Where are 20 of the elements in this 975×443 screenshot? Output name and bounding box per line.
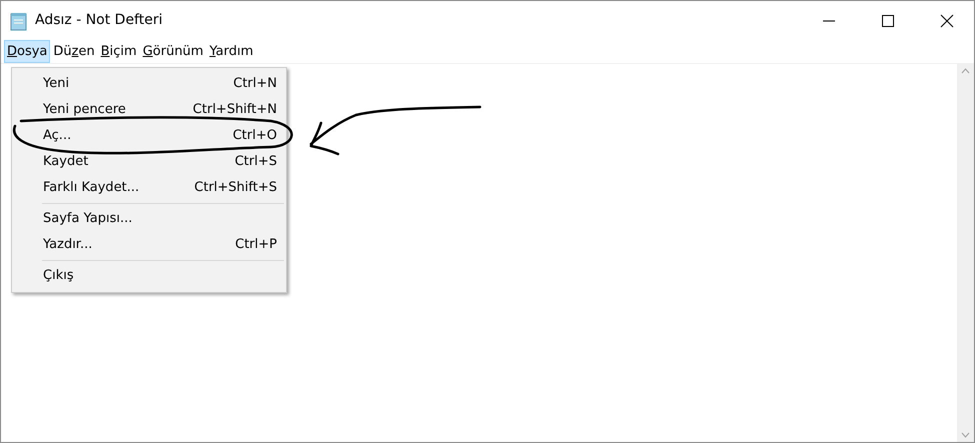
menu-option[interactable]: Çıkış [14, 263, 284, 289]
window-title: Adsız - Not Defteri [35, 11, 163, 30]
maximize-icon [882, 14, 894, 26]
menu-option[interactable]: Kaydet Ctrl+S [14, 149, 284, 175]
menu-option[interactable]: Yazdır... Ctrl+P [14, 232, 284, 258]
scrollbar[interactable] [957, 64, 974, 442]
close-icon [940, 14, 954, 28]
scroll-down-icon[interactable] [961, 432, 970, 438]
menu-option[interactable]: Aç... Ctrl+O [14, 123, 284, 149]
scroll-up-icon[interactable] [961, 68, 970, 74]
menu-option[interactable]: Yeni pencere Ctrl+Shift+N [14, 97, 284, 123]
menu-item[interactable]: Görünüm [140, 40, 206, 63]
menu-item[interactable]: Dosya [4, 40, 50, 63]
menu-option[interactable]: Sayfa Yapısı... [14, 206, 284, 232]
notepad-icon [9, 10, 29, 30]
menu-item[interactable]: Biçim [98, 40, 140, 63]
menu-option[interactable]: Yeni Ctrl+N [14, 71, 284, 97]
menu-item[interactable]: Yardım [206, 40, 256, 63]
menu-item[interactable]: Düzen [50, 40, 98, 63]
menu-option[interactable]: Farklı Kaydet... Ctrl+Shift+S [14, 175, 284, 201]
